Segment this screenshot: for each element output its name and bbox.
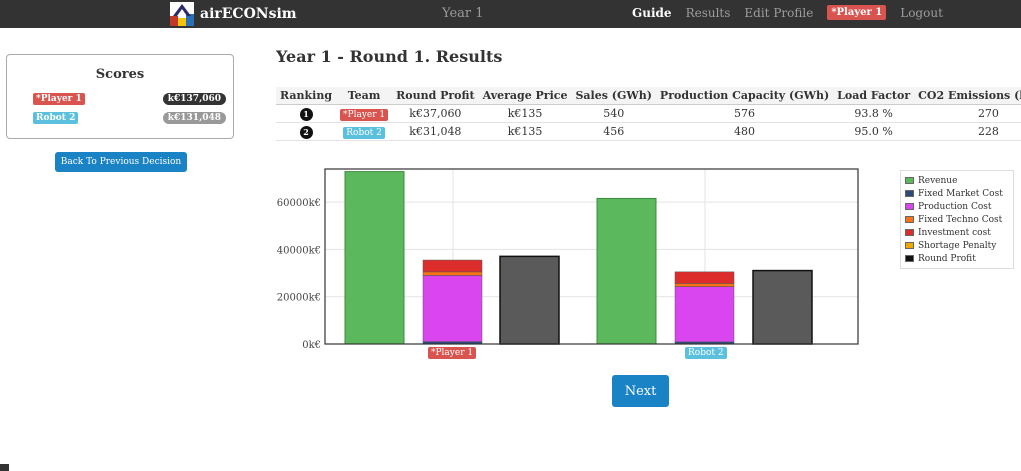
legend-item[interactable]: Round Profit (905, 252, 1009, 265)
y-tick-label: 20000k€ (277, 293, 321, 304)
sales-cell: 540 (603, 107, 625, 120)
revenue-bar (596, 197, 657, 345)
x-axis-label-player1: *Player 1 (428, 347, 477, 359)
profit-cell: k€37,060 (409, 107, 462, 120)
score-badge: k€131,048 (162, 112, 226, 124)
chart-legend: Revenue Fixed Market Cost Production Cos… (900, 170, 1014, 269)
column-header: Production Capacity (GWh) (659, 89, 830, 102)
price-cell: k€135 (507, 125, 543, 138)
legend-item[interactable]: Fixed Market Cost (905, 187, 1009, 200)
legend-item[interactable]: Investment cost (905, 226, 1009, 239)
brand[interactable]: airECONsim (170, 2, 297, 26)
legend-label: Shortage Penalty (918, 240, 997, 251)
cost-segment-investment-cost (422, 259, 483, 273)
back-to-previous-decision-button[interactable]: Back To Previous Decision (55, 152, 187, 172)
rank-badge: 1 (299, 107, 313, 121)
table-header-row: Ranking Team Round Profit Average Price … (276, 87, 1021, 105)
load-factor-cell: 95.0 % (854, 125, 893, 138)
column-header: Sales (GWh) (575, 89, 652, 102)
score-row: Robot 2 k€131,048 (33, 112, 228, 126)
cost-segment-production-cost (674, 286, 735, 343)
profit-bar (499, 255, 560, 345)
nav-edit-profile-link[interactable]: Edit Profile (744, 6, 813, 20)
legend-swatch (905, 255, 914, 262)
legend-label: Production Cost (918, 201, 992, 212)
legend-swatch (905, 203, 914, 210)
column-header: Load Factor (837, 89, 911, 102)
y-tick-label: 40000k€ (277, 245, 321, 256)
profit-bar (752, 269, 813, 345)
price-cell: k€135 (507, 107, 543, 120)
nav-logout-link[interactable]: Logout (900, 6, 943, 20)
nav-player-badge[interactable]: *Player 1 (827, 5, 887, 20)
legend-label: Revenue (918, 175, 958, 186)
nav-links: Guide Results Edit Profile *Player 1 Log… (632, 5, 943, 20)
sales-cell: 456 (603, 125, 625, 138)
column-header: Round Profit (396, 89, 475, 102)
column-header: Ranking (280, 89, 333, 102)
revenue-bar (344, 171, 405, 345)
legend-swatch (905, 177, 914, 184)
scores-panel: Scores *Player 1 k€137,060 Robot 2 k€131… (6, 54, 234, 139)
legend-label: Fixed Market Cost (918, 188, 1003, 199)
table-row: 1 *Player 1 k€37,060 k€135 540 576 93.8 … (276, 105, 1021, 123)
column-header: Average Price (482, 89, 568, 102)
x-axis-label-robot2: Robot 2 (685, 347, 727, 359)
capacity-cell: 576 (734, 107, 756, 120)
score-row: *Player 1 k€137,060 (33, 93, 228, 107)
legend-label: Fixed Techno Cost (918, 214, 1003, 225)
page-title: Year 1 - Round 1. Results (276, 47, 503, 66)
app-logo-icon (170, 2, 194, 26)
cost-segment-fixed-techno-cost (674, 283, 735, 287)
team-label-robot2: Robot 2 (33, 112, 79, 124)
scores-title: Scores (95, 67, 145, 82)
cost-segment-production-cost (422, 275, 483, 342)
y-tick-label: 60000k€ (277, 198, 321, 209)
load-factor-cell: 93.8 % (854, 107, 893, 120)
co2-cell: 270 (977, 107, 999, 120)
legend-swatch (905, 216, 914, 223)
column-header: Team (347, 89, 381, 102)
legend-swatch (905, 190, 914, 197)
team-cell: Robot 2 (336, 123, 392, 141)
y-tick-label: 0k€ (302, 340, 321, 350)
results-table: Ranking Team Round Profit Average Price … (276, 87, 1021, 141)
team-cell: *Player 1 (336, 105, 392, 123)
column-header: CO2 Emissions (ktons) (918, 89, 1021, 102)
legend-item[interactable]: Revenue (905, 174, 1009, 187)
legend-label: Round Profit (918, 253, 976, 264)
legend-item[interactable]: Production Cost (905, 200, 1009, 213)
table-row: 2 Robot 2 k€31,048 k€135 456 480 95.0 % … (276, 123, 1021, 141)
legend-item[interactable]: Fixed Techno Cost (905, 213, 1009, 226)
app-name: airECONsim (200, 6, 297, 22)
rank-cell: 2 (276, 123, 336, 141)
legend-swatch (905, 229, 914, 236)
legend-label: Investment cost (918, 227, 991, 238)
nav-results-link[interactable]: Results (686, 6, 731, 20)
capacity-cell: 480 (734, 125, 756, 138)
co2-cell: 228 (977, 125, 999, 138)
nav-year: Year 1 (442, 6, 484, 21)
results-bar-chart: 60000k€ 40000k€ 20000k€ 0k€ (277, 168, 859, 350)
legend-item[interactable]: Shortage Penalty (905, 239, 1009, 252)
nav-guide-link[interactable]: Guide (632, 6, 672, 20)
cost-segment-fixed-techno-cost (422, 271, 483, 276)
team-label-robot2: Robot 2 (343, 126, 385, 139)
cost-segment-investment-cost (674, 271, 735, 284)
team-label-player1: *Player 1 (340, 108, 389, 121)
team-label-player1: *Player 1 (33, 93, 85, 105)
corner-widget (0, 464, 9, 471)
rank-cell: 1 (276, 105, 336, 123)
score-badge: k€137,060 (162, 93, 226, 105)
rank-badge: 2 (299, 125, 313, 139)
profit-cell: k€31,048 (409, 125, 462, 138)
next-button[interactable]: Next (612, 375, 669, 407)
top-navbar: airECONsim Year 1 Guide Results Edit Pro… (0, 0, 1021, 28)
legend-swatch (905, 242, 914, 249)
